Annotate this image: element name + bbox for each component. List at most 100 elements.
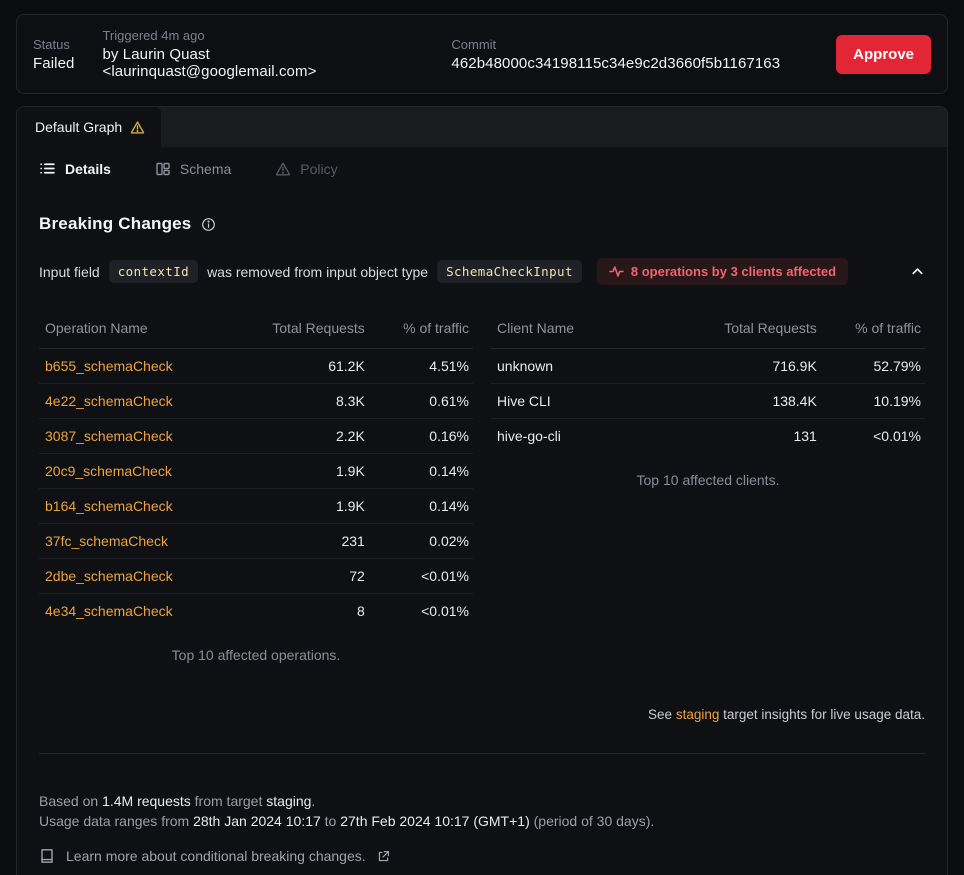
tab-default-graph[interactable]: Default Graph	[17, 107, 161, 147]
operation-requests: 1.9K	[221, 454, 369, 489]
type-code-chip: SchemaCheckInput	[437, 260, 582, 283]
table-row: 20c9_schemaCheck 1.9K 0.14%	[39, 454, 473, 489]
operations-header-row: Operation Name Total Requests % of traff…	[39, 310, 473, 349]
col-total-requests: Total Requests	[673, 310, 821, 349]
affected-tables: Operation Name Total Requests % of traff…	[39, 310, 925, 663]
learn-more-label: Learn more about conditional breaking ch…	[66, 848, 366, 864]
warning-triangle-icon	[130, 120, 145, 135]
operation-link[interactable]: 37fc_schemaCheck	[45, 533, 168, 549]
triggered-label: Triggered 4m ago	[102, 28, 363, 43]
graph-tab-strip: Default Graph	[17, 107, 947, 147]
staging-insights-link[interactable]: staging	[676, 707, 720, 722]
commit-label: Commit	[451, 37, 780, 52]
info-icon[interactable]	[201, 217, 216, 232]
status-label: Status	[33, 37, 74, 52]
details-content: Breaking Changes Input field contextId w…	[17, 189, 947, 875]
commit-hash: 462b48000c34198115c34e9c2d3660f5b1167163	[451, 55, 780, 72]
operation-link[interactable]: 4e22_schemaCheck	[45, 393, 173, 409]
client-requests: 716.9K	[673, 349, 821, 384]
insights-note: See staging target insights for live usa…	[39, 707, 925, 722]
operation-requests: 2.2K	[221, 419, 369, 454]
operation-traffic: 0.14%	[369, 454, 473, 489]
status-value: Failed	[33, 55, 74, 72]
book-icon	[39, 848, 55, 864]
usage-line-2: Usage data ranges from 28th Jan 2024 10:…	[39, 811, 925, 831]
external-link-icon	[377, 850, 390, 863]
tab-policy-label: Policy	[300, 161, 337, 177]
col-pct-traffic: % of traffic	[369, 310, 473, 349]
approve-button[interactable]: Approve	[836, 35, 931, 74]
col-operation-name: Operation Name	[39, 310, 221, 349]
graph-tab-label: Default Graph	[35, 119, 122, 135]
usage-line-1: Based on 1.4M requests from target stagi…	[39, 791, 925, 811]
operation-link[interactable]: b164_schemaCheck	[45, 498, 173, 514]
breaking-change-row[interactable]: Input field contextId was removed from i…	[39, 258, 925, 285]
operation-traffic: <0.01%	[369, 594, 473, 629]
operation-link[interactable]: 20c9_schemaCheck	[45, 463, 172, 479]
table-row: Hive CLI 138.4K 10.19%	[491, 384, 925, 419]
operation-traffic: 0.02%	[369, 524, 473, 559]
col-pct-traffic: % of traffic	[821, 310, 925, 349]
operations-table: Operation Name Total Requests % of traff…	[39, 310, 473, 628]
operation-requests: 8	[221, 594, 369, 629]
operations-column: Operation Name Total Requests % of traff…	[39, 310, 473, 663]
affected-operations-badge: 8 operations by 3 clients affected	[597, 258, 848, 285]
breaking-changes-header: Breaking Changes	[39, 214, 925, 234]
tab-details-label: Details	[65, 161, 111, 177]
affected-badge-label: 8 operations by 3 clients affected	[631, 264, 836, 279]
client-name: hive-go-cli	[491, 419, 673, 454]
client-traffic: 52.79%	[821, 349, 925, 384]
operation-link[interactable]: 4e34_schemaCheck	[45, 603, 173, 619]
insights-note-prefix: See	[648, 707, 672, 722]
usage-text: Usage data ranges from	[39, 813, 189, 829]
policy-warning-icon	[275, 161, 291, 177]
operation-link[interactable]: 3087_schemaCheck	[45, 428, 173, 444]
usage-text: (period of 30 days).	[534, 813, 655, 829]
clients-header-row: Client Name Total Requests % of traffic	[491, 310, 925, 349]
client-traffic: 10.19%	[821, 384, 925, 419]
clients-column: Client Name Total Requests % of traffic …	[491, 310, 925, 663]
table-row: hive-go-cli 131 <0.01%	[491, 419, 925, 454]
operation-traffic: <0.01%	[369, 559, 473, 594]
tab-details[interactable]: Details	[39, 160, 111, 177]
operation-link[interactable]: 2dbe_schemaCheck	[45, 568, 173, 584]
graph-card: Default Graph Details	[16, 106, 948, 875]
status-group: Status Failed	[33, 37, 74, 72]
usage-text: from target	[195, 793, 263, 809]
collapse-chevron[interactable]	[910, 264, 925, 279]
change-prefix: Input field	[39, 264, 100, 280]
operation-requests: 8.3K	[221, 384, 369, 419]
triggered-group: Triggered 4m ago by Laurin Quast <laurin…	[102, 28, 363, 80]
table-row: 4e22_schemaCheck 8.3K 0.61%	[39, 384, 473, 419]
col-total-requests: Total Requests	[221, 310, 369, 349]
usage-summary: Based on 1.4M requests from target stagi…	[39, 791, 925, 831]
usage-date-from: 28th Jan 2024 10:17	[193, 813, 321, 829]
operation-traffic: 0.16%	[369, 419, 473, 454]
operation-link[interactable]: b655_schemaCheck	[45, 358, 173, 374]
learn-more-link[interactable]: Learn more about conditional breaking ch…	[39, 848, 925, 864]
pulse-icon	[609, 265, 624, 278]
col-client-name: Client Name	[491, 310, 673, 349]
usage-date-to: 27th Feb 2024 10:17 (GMT+1)	[340, 813, 530, 829]
operations-caption: Top 10 affected operations.	[39, 647, 473, 663]
client-name: unknown	[491, 349, 673, 384]
field-code-chip: contextId	[109, 260, 198, 283]
check-nav: Details Schema Policy	[17, 147, 947, 189]
usage-target-name: staging	[266, 793, 311, 809]
tab-policy[interactable]: Policy	[275, 161, 337, 177]
client-traffic: <0.01%	[821, 419, 925, 454]
operation-traffic: 0.61%	[369, 384, 473, 419]
usage-text: to	[325, 813, 337, 829]
table-row: b164_schemaCheck 1.9K 0.14%	[39, 489, 473, 524]
usage-text: Based on	[39, 793, 98, 809]
client-name: Hive CLI	[491, 384, 673, 419]
commit-group: Commit 462b48000c34198115c34e9c2d3660f5b…	[451, 37, 780, 72]
insights-note-suffix: target insights for live usage data.	[723, 707, 925, 722]
client-requests: 131	[673, 419, 821, 454]
change-middle: was removed from input object type	[207, 264, 428, 280]
clients-caption: Top 10 affected clients.	[491, 472, 925, 488]
schema-columns-icon	[155, 161, 171, 177]
tab-schema-label: Schema	[180, 161, 231, 177]
tab-schema[interactable]: Schema	[155, 161, 231, 177]
client-requests: 138.4K	[673, 384, 821, 419]
